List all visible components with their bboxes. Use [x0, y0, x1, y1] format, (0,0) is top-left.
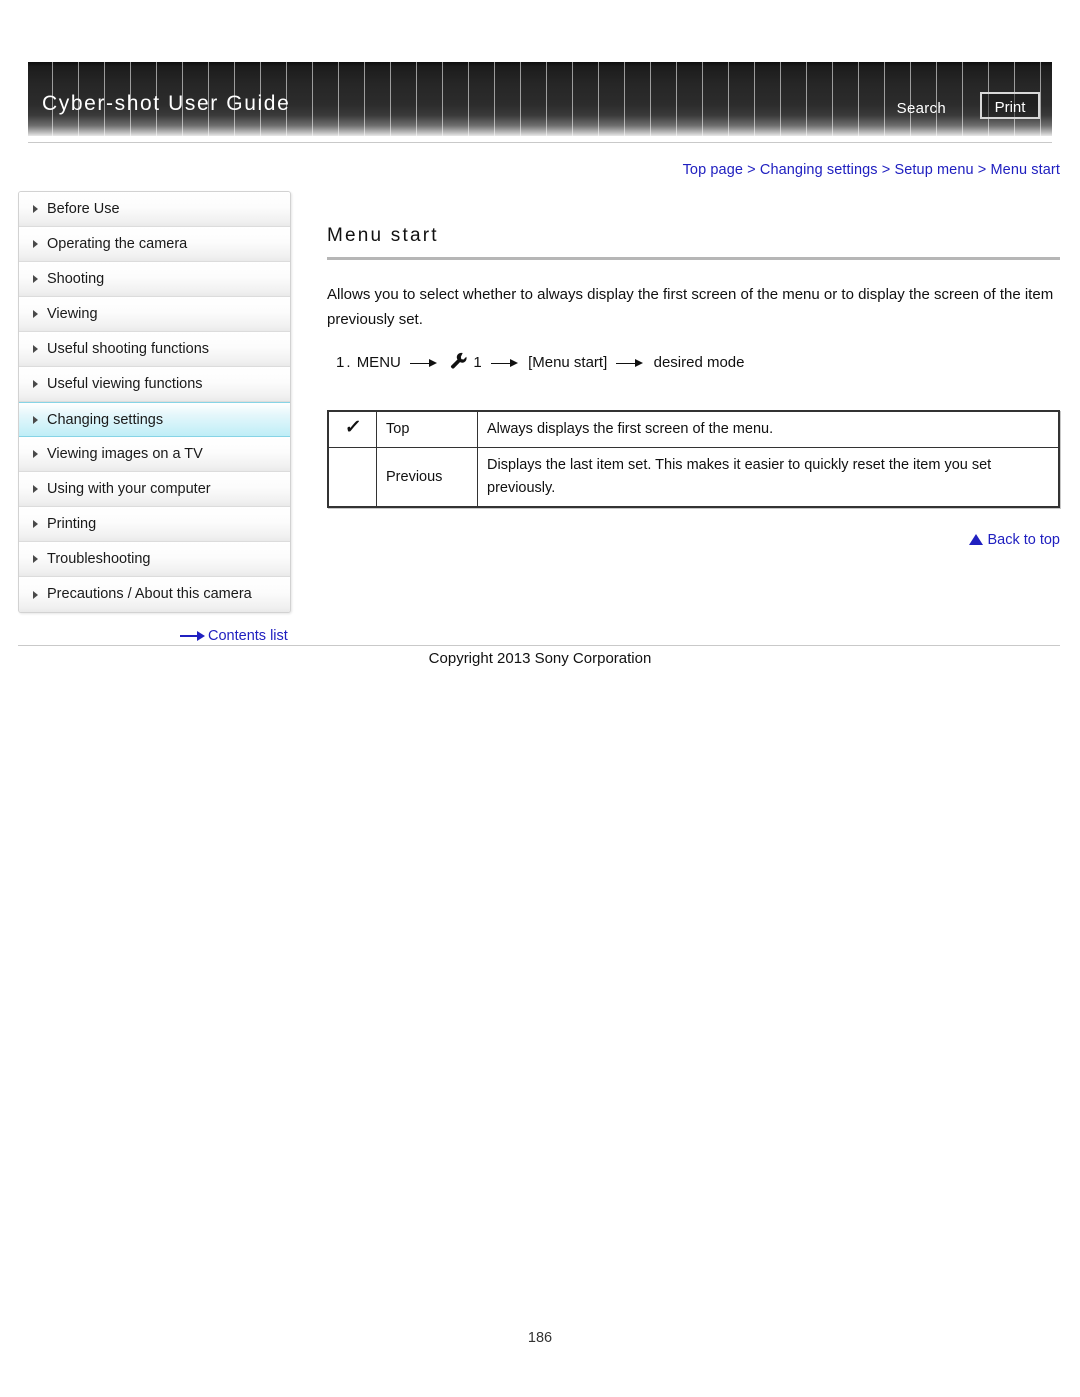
page-title: Menu start [327, 225, 439, 246]
back-to-top-link[interactable]: Back to top [969, 532, 1060, 548]
site-title: Cyber-shot User Guide [42, 92, 291, 115]
check-icon: ✓ [343, 417, 362, 438]
step-number: 1. [336, 354, 353, 371]
footer-divider [18, 645, 1060, 646]
triangle-bullet-icon [33, 275, 38, 283]
default-marker-cell [327, 447, 377, 508]
arrow-right-icon [180, 631, 206, 642]
sidebar-item-label: Troubleshooting [47, 551, 151, 567]
triangle-bullet-icon [33, 345, 38, 353]
sidebar-item-label: Printing [47, 516, 97, 532]
search-button[interactable]: Search [897, 100, 946, 117]
step-menu-label: MENU [356, 354, 401, 371]
sidebar-item-viewing-images-on-a-tv[interactable]: Viewing images on a TV [19, 437, 290, 472]
sidebar-item-label: Viewing [47, 306, 98, 322]
sidebar-nav: Before Use Operating the camera Shooting… [18, 191, 291, 613]
triangle-bullet-icon [33, 310, 38, 318]
arrow-right-icon [616, 358, 644, 369]
triangle-bullet-icon [33, 415, 38, 424]
table-row: ✓ Top Always displays the first screen o… [327, 410, 1060, 448]
breadcrumb[interactable]: Top page > Changing settings > Setup men… [683, 162, 1060, 178]
sidebar-item-label: Precautions / About this camera [47, 586, 252, 602]
table-row: Previous Displays the last item set. Thi… [327, 447, 1060, 508]
sidebar-item-label: Viewing images on a TV [47, 446, 203, 462]
sidebar-item-using-with-your-computer[interactable]: Using with your computer [19, 472, 290, 507]
step-desired-mode: desired mode [653, 354, 745, 371]
back-to-top-label: Back to top [987, 532, 1060, 548]
page-number: 186 [527, 1330, 553, 1346]
copyright-text: Copyright 2013 Sony Corporation [428, 650, 652, 667]
main-content: Menu start Allows you to select whether … [327, 225, 1060, 508]
default-marker-cell: ✓ [327, 410, 377, 448]
option-description-cell: Displays the last item set. This makes i… [477, 447, 1060, 508]
arrow-right-icon [490, 358, 519, 369]
site-header: Cyber-shot User Guide Search Print [28, 62, 1052, 136]
wrench-icon [449, 351, 468, 378]
step-setting-name: [Menu start] [528, 354, 608, 371]
title-divider [327, 257, 1060, 260]
arrow-right-icon [410, 358, 438, 369]
sidebar-item-label: Operating the camera [47, 236, 188, 252]
option-name-cell: Previous [376, 447, 478, 508]
sidebar-item-label: Using with your computer [47, 481, 211, 497]
print-button[interactable]: Print [980, 92, 1040, 119]
triangle-bullet-icon [33, 485, 38, 493]
triangle-bullet-icon [33, 240, 38, 248]
sidebar-item-useful-viewing-functions[interactable]: Useful viewing functions [19, 367, 290, 402]
contents-list-link[interactable]: Contents list [180, 628, 288, 644]
sidebar-item-printing[interactable]: Printing [19, 507, 290, 542]
triangle-bullet-icon [33, 590, 38, 599]
sidebar-item-label: Useful viewing functions [47, 376, 203, 392]
sidebar-item-viewing[interactable]: Viewing [19, 297, 290, 332]
sidebar-item-label: Useful shooting functions [47, 341, 210, 357]
triangle-bullet-icon [33, 555, 38, 563]
sidebar-item-label: Changing settings [47, 412, 164, 428]
sidebar-item-label: Before Use [47, 201, 120, 217]
sidebar-item-operating-the-camera[interactable]: Operating the camera [19, 227, 290, 262]
triangle-bullet-icon [33, 520, 38, 528]
sidebar-item-troubleshooting[interactable]: Troubleshooting [19, 542, 290, 577]
option-description-cell: Always displays the first screen of the … [477, 410, 1060, 448]
sidebar-item-changing-settings[interactable]: Changing settings [19, 402, 290, 437]
header-divider [28, 142, 1052, 143]
triangle-up-icon [969, 534, 984, 545]
sidebar-item-precautions-about-this-camera[interactable]: Precautions / About this camera [19, 577, 290, 612]
contents-list-label: Contents list [208, 628, 288, 644]
sidebar-item-shooting[interactable]: Shooting [19, 262, 290, 297]
sidebar-item-label: Shooting [47, 271, 105, 287]
option-name-cell: Top [376, 410, 478, 448]
sidebar-item-before-use[interactable]: Before Use [19, 192, 290, 227]
step-instruction: 1. MENU 1 [Menu start] desired mode [327, 350, 1060, 378]
triangle-bullet-icon [33, 380, 38, 388]
triangle-bullet-icon [33, 450, 38, 458]
sidebar-item-useful-shooting-functions[interactable]: Useful shooting functions [19, 332, 290, 367]
description-paragraph: Allows you to select whether to always d… [327, 286, 1054, 328]
triangle-bullet-icon [33, 205, 38, 213]
wrench-tab-number: 1 [473, 354, 482, 371]
options-table: ✓ Top Always displays the first screen o… [327, 410, 1060, 508]
